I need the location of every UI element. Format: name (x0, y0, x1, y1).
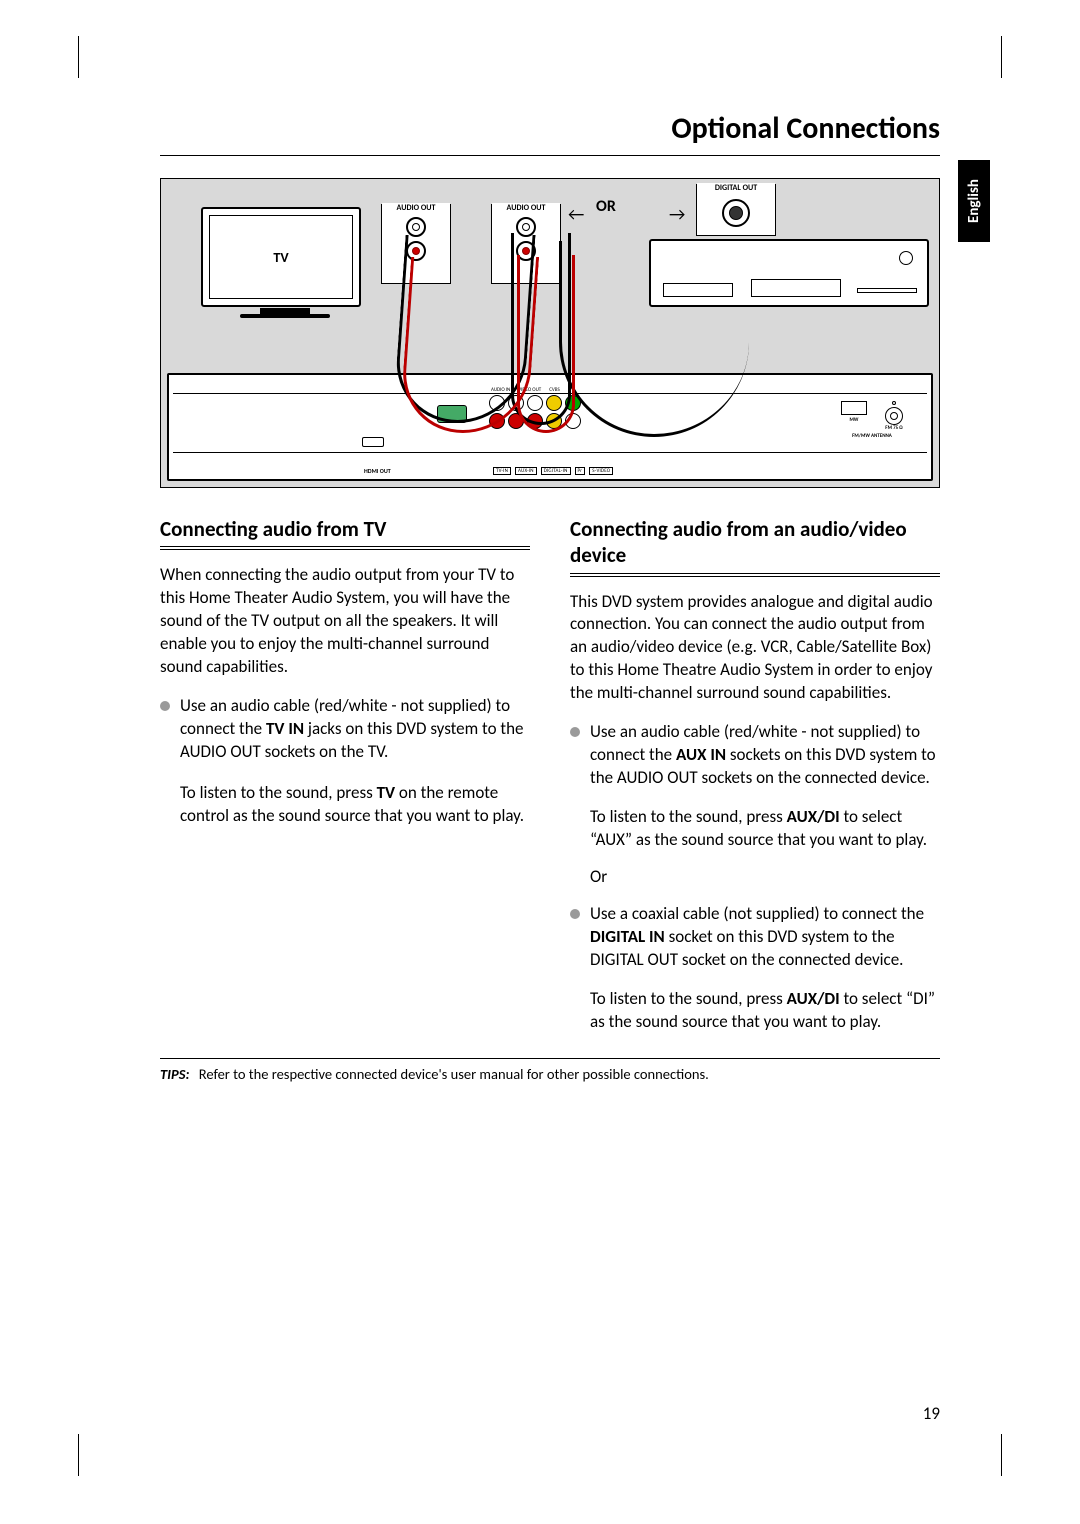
content-columns: Connecting audio from TV When connecting… (160, 516, 940, 1048)
digital-out-label: DIGITAL OUT (697, 183, 775, 193)
language-label: English (965, 179, 983, 223)
bullet-icon (570, 727, 580, 737)
arrow-right-icon: → (669, 203, 685, 225)
list-item: Use an audio cable (red/white - not supp… (570, 721, 940, 790)
mw-label: MW (841, 417, 867, 423)
fm-label: FM 75 Ω (885, 425, 903, 431)
aux-in-label: AUX-IN (515, 467, 537, 475)
tips-text: Refer to the respective connected device… (199, 1065, 709, 1083)
arrow-left-icon: ← (568, 203, 584, 225)
paragraph: To listen to the sound, press AUX/DI to … (590, 806, 940, 852)
tips-footer: TIPS: Refer to the respective connected … (160, 1058, 940, 1083)
bullet-icon (570, 909, 580, 919)
language-tab: English (958, 160, 990, 242)
list-item: Use a coaxial cable (not supplied) to co… (570, 903, 940, 972)
or-label: OR (596, 197, 616, 216)
bullet-icon (160, 701, 170, 711)
section-heading-tv: Connecting audio from TV (160, 516, 530, 542)
list-item: Use an audio cable (red/white - not supp… (160, 695, 530, 764)
tv-label: TV (209, 215, 353, 299)
page-title: Optional Connections (160, 110, 940, 156)
digital-out-panel: DIGITAL OUT (696, 184, 776, 236)
antenna-label: FM/MW ANTENNA (827, 433, 917, 439)
tv-in-label: TV-IN (493, 467, 511, 475)
tv-icon: TV (201, 207, 369, 327)
page-number: 19 (923, 1403, 940, 1424)
pr-label: Pr (575, 467, 586, 475)
hdmi-out-label: HDMI OUT (364, 467, 391, 475)
or-text: Or (590, 866, 940, 889)
audio-out-label: AUDIO OUT (382, 203, 450, 213)
right-column: Connecting audio from an audio/video dev… (570, 516, 940, 1048)
digital-in-label: DIGITAL-IN (541, 467, 571, 475)
tips-label: TIPS: (160, 1065, 190, 1083)
paragraph: To listen to the sound, press TV on the … (180, 782, 530, 828)
paragraph: When connecting the audio output from yo… (160, 564, 530, 679)
connection-diagram: TV AUDIO OUT AUDIO OUT DIGITAL OUT ← OR … (160, 178, 940, 488)
paragraph: This DVD system provides analogue and di… (570, 591, 940, 706)
audio-out-label-2: AUDIO OUT (492, 203, 560, 213)
s-video-label: S-VIDEO (589, 467, 613, 475)
paragraph: To listen to the sound, press AUX/DI to … (590, 988, 940, 1034)
section-heading-av: Connecting audio from an audio/video dev… (570, 516, 940, 569)
left-column: Connecting audio from TV When connecting… (160, 516, 530, 1048)
